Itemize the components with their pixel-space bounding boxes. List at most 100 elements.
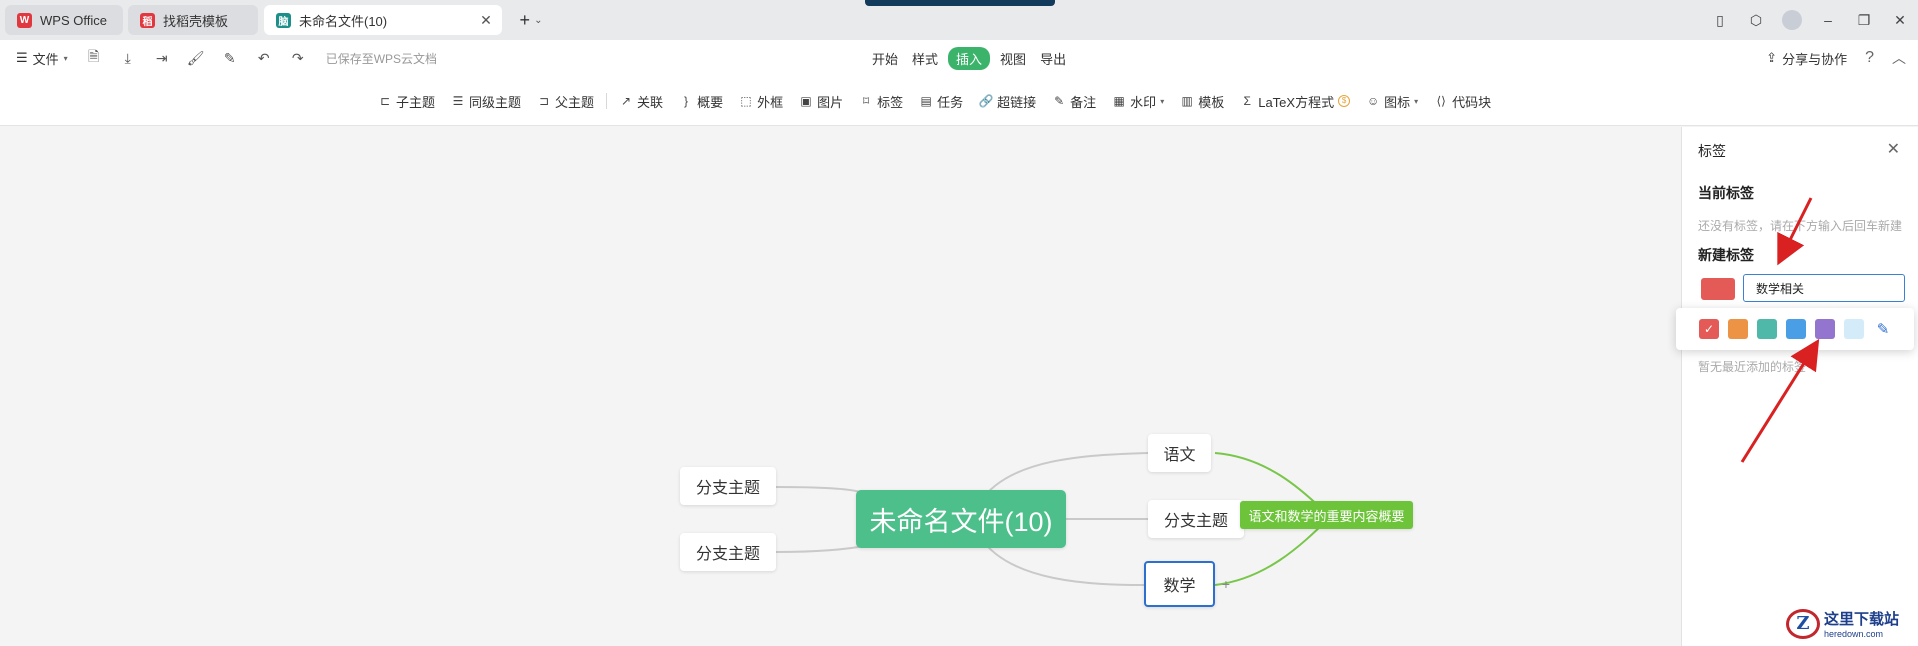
file-menu-label: 文件	[32, 51, 59, 67]
tag-panel: 标签 ✕ 当前标签 还没有标签，请在下方输入后回车新建 新建标签 暂无最近添加的…	[1681, 127, 1918, 646]
close-panel-icon[interactable]: ✕	[1887, 139, 1900, 159]
color-orange-option[interactable]	[1728, 319, 1748, 339]
ribbon-label: 图片	[817, 94, 844, 110]
ribbon-label: 子主题	[396, 94, 436, 110]
tab-start[interactable]: 开始	[868, 47, 902, 70]
help-icon[interactable]: ?	[1865, 49, 1874, 67]
color-red-option[interactable]: ✓	[1699, 319, 1719, 339]
close-window-icon[interactable]: ✕	[1882, 0, 1918, 40]
hyperlink-button[interactable]: 🔗 超链接	[971, 87, 1044, 115]
relation-arrow-icon: ↗	[621, 94, 632, 108]
tab-wps-office[interactable]: W WPS Office	[5, 5, 123, 35]
branch-topic-left-top[interactable]: 分支主题	[680, 467, 776, 505]
connector-lines	[746, 452, 1332, 586]
topic-math[interactable]: 数学	[1144, 561, 1215, 607]
cube-icon[interactable]: ⬡	[1738, 0, 1774, 40]
tag-name-input[interactable]	[1743, 274, 1905, 302]
boundary-button[interactable]: ⬚ 外框	[731, 87, 791, 115]
latex-button[interactable]: Σ LaTeX方程式 $	[1232, 87, 1358, 115]
note-button[interactable]: ✎ 备注	[1044, 87, 1104, 115]
tab-insert[interactable]: 插入	[948, 46, 991, 70]
add-child-icon[interactable]: +	[1217, 575, 1235, 593]
avatar[interactable]	[1774, 0, 1810, 40]
task-button[interactable]: ▤ 任务	[911, 87, 971, 115]
note-icon: ✎	[1054, 94, 1065, 108]
tab-export[interactable]: 导出	[1036, 47, 1070, 70]
menu-bar: ☰ 文件 ▾ 🗎 ⤓ ⇥ 🖌 ✎ ↶ ↷ 已保存至WPS云文档 开始 样式 插入…	[0, 40, 1918, 76]
node-label: 分支主题	[1163, 513, 1228, 530]
tab-daoke-templates[interactable]: 稻 找稻壳模板	[128, 5, 258, 35]
eraser-icon[interactable]: ✎	[216, 44, 244, 72]
topic-branch-right[interactable]: 分支主题	[1148, 500, 1244, 538]
watermark-logo-icon: Z	[1786, 608, 1820, 639]
color-teal-option[interactable]	[1757, 319, 1777, 339]
tab-view[interactable]: 视图	[996, 47, 1030, 70]
collapse-icon[interactable]: ︿	[1892, 48, 1906, 68]
ribbon-label: 任务	[937, 94, 964, 110]
tab-document[interactable]: 脑 未命名文件(10) ✕	[264, 5, 502, 35]
mindmap-doc-icon: 脑	[276, 12, 291, 28]
custom-color-pen-icon[interactable]: ✎	[1873, 319, 1893, 339]
relation-button[interactable]: ↗ 关联	[611, 87, 671, 115]
share-button[interactable]: ⇪ 分享与协作	[1766, 49, 1847, 68]
branch-topic-left-bottom[interactable]: 分支主题	[680, 533, 776, 571]
chevron-down-icon: ▾	[1160, 96, 1165, 106]
tab-style[interactable]: 样式	[908, 47, 942, 70]
summary-node[interactable]: 语文和数学的重要内容概要	[1240, 501, 1413, 529]
export-icon[interactable]: ⇥	[148, 44, 176, 72]
topic-chinese[interactable]: 语文	[1148, 434, 1211, 472]
sigma-icon: Σ	[1243, 94, 1251, 108]
ribbon-label: 概要	[697, 94, 724, 110]
share-label: 分享与协作	[1782, 51, 1848, 67]
ribbon-label: LaTeX方程式	[1258, 94, 1335, 110]
template-button[interactable]: ▥ 模板	[1172, 87, 1232, 115]
color-lightblue-option[interactable]	[1844, 319, 1864, 339]
restore-icon[interactable]: ❐	[1846, 0, 1882, 40]
check-icon: ✓	[1703, 322, 1715, 336]
central-topic[interactable]: 未命名文件(10)	[856, 490, 1066, 548]
close-tab-icon[interactable]: ✕	[478, 12, 494, 28]
ribbon-label: 水印	[1130, 94, 1157, 110]
template-icon: ▥	[1181, 94, 1193, 108]
minimize-icon[interactable]: –	[1810, 0, 1846, 40]
plus-icon: +	[519, 9, 531, 30]
premium-badge-icon: $	[1338, 95, 1351, 107]
color-purple-option[interactable]	[1815, 319, 1835, 339]
color-palette-popup: ✓ ✎	[1676, 308, 1914, 350]
tab-label: 找稻壳模板	[163, 13, 229, 29]
new-tab-button[interactable]: + ⌄	[512, 8, 550, 32]
reading-mode-icon[interactable]: ▯	[1702, 0, 1738, 40]
share-icon: ⇪	[1766, 50, 1778, 65]
format-painter-icon[interactable]: 🖌	[182, 44, 210, 72]
menu-tabs: 开始 样式 插入 视图 导出	[868, 40, 1070, 76]
undo-icon[interactable]: ↶	[250, 44, 278, 72]
watermark-button[interactable]: ▦ 水印 ▾	[1104, 87, 1172, 115]
tab-label: 未命名文件(10)	[299, 13, 388, 29]
saved-status: 已保存至WPS云文档	[325, 51, 438, 66]
child-topic-button[interactable]: ⊏ 子主题	[370, 87, 443, 115]
ribbon-label: 模板	[1198, 94, 1225, 110]
sibling-topic-button[interactable]: ☰ 同级主题	[443, 87, 529, 115]
tag-button[interactable]: ⌑ 标签	[851, 87, 911, 115]
redo-icon[interactable]: ↷	[284, 44, 312, 72]
save-icon[interactable]: 🗎	[80, 44, 108, 72]
ribbon-label: 备注	[1070, 94, 1097, 110]
image-button[interactable]: ▣ 图片	[791, 87, 851, 115]
image-icon: ▣	[800, 94, 812, 108]
node-label: 语文和数学的重要内容概要	[1248, 508, 1405, 524]
icon-button[interactable]: ☺ 图标 ▾	[1358, 87, 1426, 115]
summary-button[interactable]: } 概要	[671, 87, 731, 115]
ribbon-label: 代码块	[1452, 94, 1492, 110]
window-controls: ▯ ⬡ – ❐ ✕	[1702, 0, 1918, 40]
tag-color-picker[interactable]	[1701, 278, 1735, 300]
color-blue-option[interactable]	[1786, 319, 1806, 339]
boundary-icon: ⬚	[740, 94, 752, 108]
parent-topic-button[interactable]: ⊐ 父主题	[529, 87, 602, 115]
mindmap-canvas[interactable]: 分支主题 分支主题 未命名文件(10) 语文 分支主题 数学 + 语文和数学的重…	[0, 127, 1680, 646]
download-icon[interactable]: ⤓	[114, 44, 142, 72]
site-watermark: Z 这里下载站 heredown.com	[1786, 608, 1899, 639]
file-menu-button[interactable]: ☰ 文件 ▾	[10, 44, 74, 72]
code-block-button[interactable]: ⟨⟩ 代码块	[1426, 87, 1499, 115]
daoke-logo-icon: 稻	[140, 12, 155, 28]
chevron-down-icon: ⌄	[534, 14, 543, 26]
